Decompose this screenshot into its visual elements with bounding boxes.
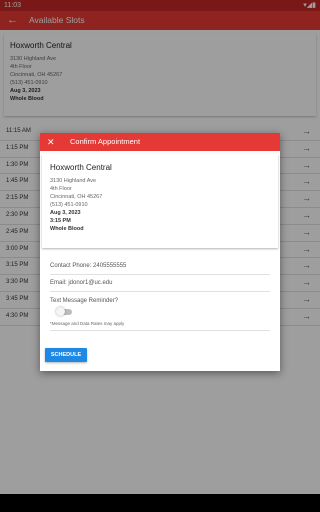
reminder-label: Text Message Reminder?	[50, 298, 119, 304]
schedule-button[interactable]: SCHEDULE	[45, 348, 87, 362]
navigation-bar	[0, 494, 320, 512]
close-icon[interactable]: ✕	[47, 136, 55, 148]
dialog-title: Confirm Appointment	[70, 137, 141, 146]
appointment-date: Aug 3, 2023	[50, 210, 81, 216]
address-line: 3130 Highland Ave	[50, 178, 97, 184]
dialog-header: ✕ Confirm Appointment	[40, 133, 280, 151]
dialog-location-card: Hoxworth Central 3130 Highland Ave 4th F…	[42, 154, 278, 248]
appointment-time: 3:15 PM	[50, 218, 71, 224]
confirm-appointment-dialog: ✕ Confirm Appointment Hoxworth Central 3…	[40, 133, 280, 371]
toggle-knob	[56, 307, 65, 316]
address-line: Cincinnati, OH 45267	[50, 194, 103, 200]
email-field[interactable]: Email: jdonor1@uc.edu	[50, 275, 270, 292]
address-line: 4th Floor	[50, 186, 72, 192]
reminder-toggle[interactable]	[56, 307, 72, 316]
rates-note: *Message and Data Rates may apply	[50, 321, 270, 331]
dialog-form: Contact Phone: 2405555555 Email: jdonor1…	[50, 258, 270, 331]
location-name: Hoxworth Central	[50, 163, 112, 172]
contact-phone-field[interactable]: Contact Phone: 2405555555	[50, 258, 270, 275]
phone-number: (513) 451-0910	[50, 202, 88, 208]
donation-type: Whole Blood	[50, 226, 84, 232]
